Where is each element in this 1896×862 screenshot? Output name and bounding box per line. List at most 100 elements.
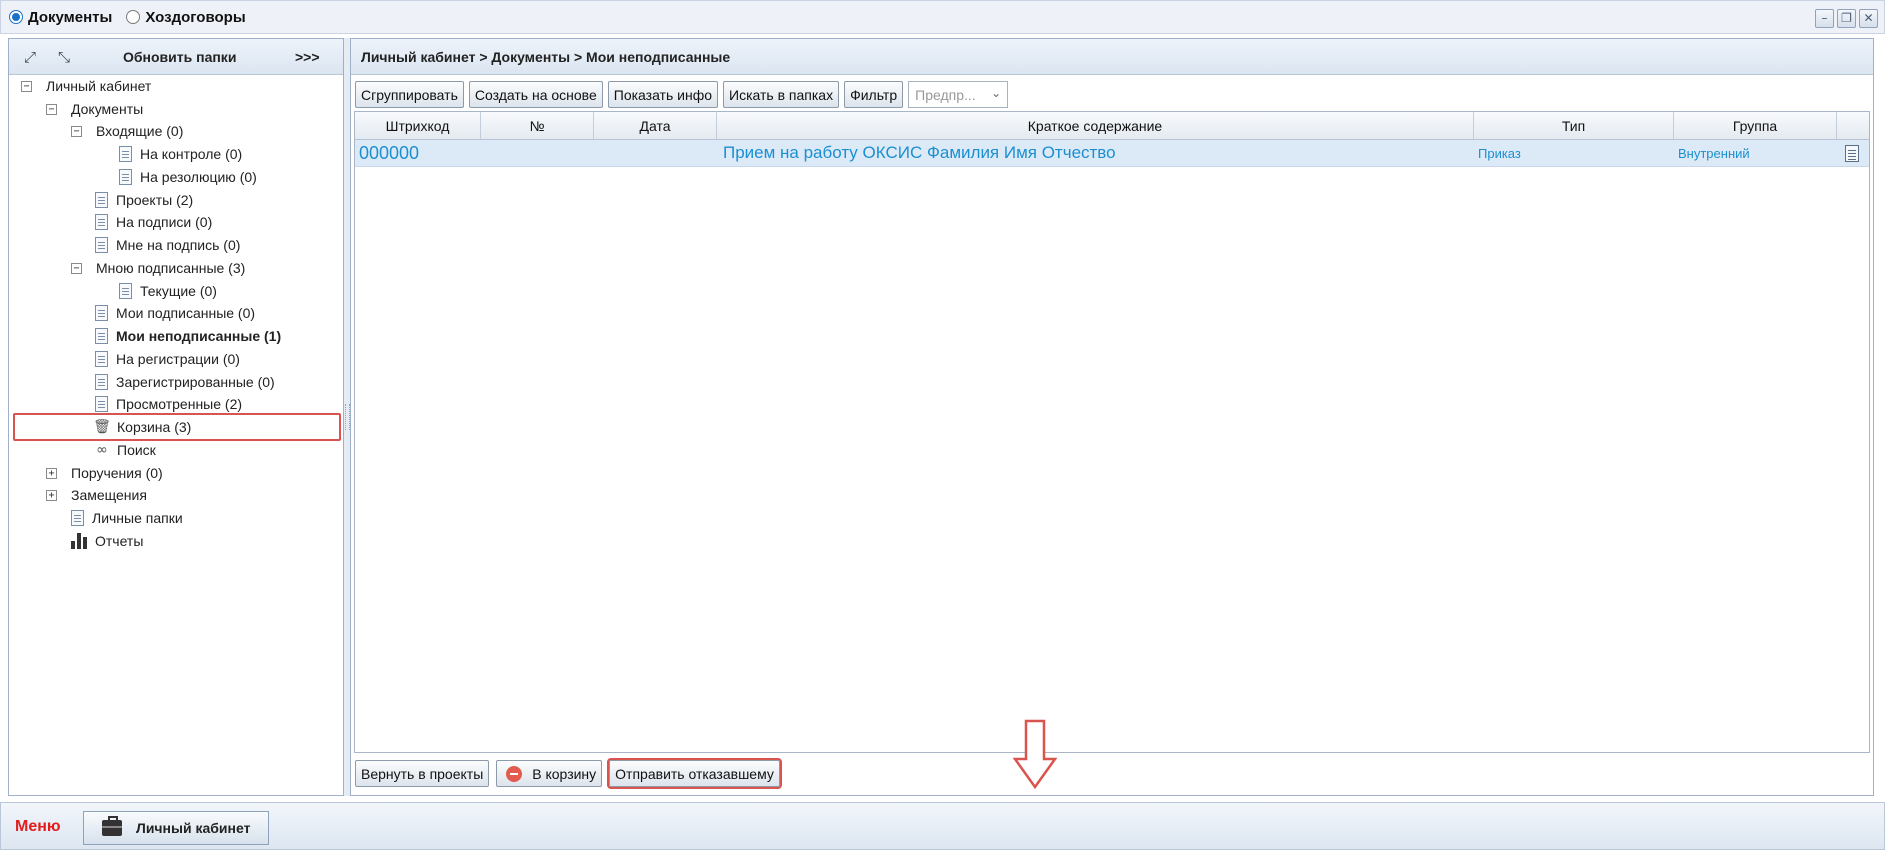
expand-all-icon[interactable]: ⤢ — [21, 48, 39, 66]
table-row[interactable]: 000000 Прием на работу ОКСИС Фамилия Имя… — [355, 140, 1869, 167]
footer-taskbar: Меню Личный кабинет — [0, 802, 1885, 850]
tree-node-label[interactable]: На подписи (0) — [116, 214, 212, 230]
tree-node-label[interactable]: Отчеты — [95, 533, 143, 549]
group-button[interactable]: Сгруппировать — [355, 81, 464, 108]
tree-node-label[interactable]: Документы — [71, 101, 143, 117]
tree-node-substitutions[interactable]: + Замещения — [46, 484, 147, 506]
show-info-button[interactable]: Показать инфо — [607, 81, 719, 108]
document-icon[interactable] — [1845, 144, 1859, 162]
column-header-barcode[interactable]: Штрихкод — [355, 112, 481, 139]
tree-node-current[interactable]: Текущие (0) — [119, 280, 217, 302]
remove-icon — [506, 765, 523, 782]
tree-node-viewed[interactable]: Просмотренные (2) — [95, 393, 242, 415]
tree-node-documents[interactable]: − Документы — [46, 98, 143, 120]
collapse-toggle-icon[interactable]: − — [71, 125, 82, 137]
tree-node-label[interactable]: Личный кабинет — [46, 78, 151, 94]
collapse-all-icon[interactable]: ⤡ — [55, 48, 73, 66]
radio-contracts-label[interactable]: Хоздоговоры — [145, 9, 245, 26]
radio-contracts-control[interactable] — [126, 10, 141, 24]
create-based-button[interactable]: Создать на основе — [468, 81, 603, 108]
tree-node-on-resolution[interactable]: На резолюцию (0) — [119, 166, 257, 188]
tree-node-label[interactable]: На резолюцию (0) — [140, 169, 257, 185]
tree-node-label[interactable]: На контроле (0) — [140, 146, 242, 162]
tree-node-signed-by-me[interactable]: − Мною подписанные (3) — [71, 257, 245, 279]
radio-documents-control[interactable] — [9, 10, 23, 24]
documents-toolbar: Сгруппировать Создать на основе Показать… — [355, 81, 1009, 108]
restore-icon[interactable]: ❐ — [1837, 9, 1856, 28]
tree-node-trash[interactable]: 🗑 Корзина (3) — [93, 416, 191, 438]
cell-icon[interactable] — [1837, 144, 1869, 162]
tree-node-my-signed[interactable]: Мои подписанные (0) — [95, 302, 255, 324]
cell-group[interactable]: Внутренний — [1674, 146, 1837, 161]
table-header: Штрихкод № Дата Краткое содержание Тип Г… — [355, 112, 1869, 140]
cell-type[interactable]: Приказ — [1474, 146, 1674, 161]
tree-node-on-registration[interactable]: На регистрации (0) — [95, 348, 240, 370]
folder-tree-panel: ⤢ ⤡ Обновить папки >>> − Личный кабинет … — [8, 38, 344, 796]
preset-select[interactable]: Предпр... ⌄ — [908, 81, 1009, 108]
return-to-projects-button[interactable]: Вернуть в проекты — [355, 760, 490, 787]
collapse-toggle-icon[interactable]: − — [21, 80, 32, 92]
tree-node-reports[interactable]: Отчеты — [71, 530, 143, 552]
cell-barcode[interactable]: 000000 — [355, 143, 481, 164]
column-header-date[interactable]: Дата — [594, 112, 717, 139]
binoculars-icon: ∞ — [96, 442, 108, 458]
tree-node-assignments[interactable]: + Поручения (0) — [46, 462, 163, 484]
tree-node-label[interactable]: Мои неподписанные (1) — [116, 328, 281, 344]
tree-node-label[interactable]: Проекты (2) — [116, 192, 193, 208]
minimize-icon[interactable]: – — [1815, 9, 1834, 28]
radio-contracts[interactable]: Хоздоговоры — [126, 9, 246, 26]
cell-summary[interactable]: Прием на работу ОКСИС Фамилия Имя Отчест… — [717, 143, 1474, 163]
more-button[interactable]: >>> — [295, 49, 320, 65]
close-icon[interactable]: ✕ — [1859, 9, 1878, 28]
tree-node-label[interactable]: Просмотренные (2) — [116, 396, 242, 412]
tree-node-label[interactable]: Личные папки — [92, 510, 183, 526]
tree-node-label[interactable]: Корзина (3) — [117, 419, 191, 435]
refresh-folders-button[interactable]: Обновить папки — [123, 49, 236, 65]
tree-node-personal-cabinet[interactable]: − Личный кабинет — [21, 75, 151, 97]
chevron-down-icon[interactable]: ⌄ — [991, 86, 1001, 100]
preset-select-placeholder: Предпр... — [915, 86, 976, 103]
tree-node-on-control[interactable]: На контроле (0) — [119, 143, 242, 165]
column-header-number[interactable]: № — [481, 112, 594, 139]
column-header-icon — [1837, 112, 1869, 139]
document-icon — [119, 283, 132, 299]
filter-button[interactable]: Фильтр — [844, 81, 904, 108]
collapse-toggle-icon[interactable]: − — [46, 103, 57, 115]
send-to-refuser-button[interactable]: Отправить отказавшему — [607, 758, 782, 789]
tree-node-label[interactable]: Поручения (0) — [71, 465, 163, 481]
column-header-summary[interactable]: Краткое содержание — [717, 112, 1474, 139]
tree-node-label[interactable]: Мною подписанные (3) — [96, 260, 245, 276]
tree-node-label[interactable]: Замещения — [71, 487, 147, 503]
folder-tree-header: ⤢ ⤡ Обновить папки >>> — [9, 39, 343, 75]
menu-link[interactable]: Меню — [15, 818, 61, 836]
tree-node-registered[interactable]: Зарегистрированные (0) — [95, 371, 275, 393]
tree-node-for-my-signature[interactable]: Мне на подпись (0) — [95, 234, 240, 256]
tree-node-my-unsigned[interactable]: Мои неподписанные (1) — [95, 325, 281, 347]
tree-node-label[interactable]: Поиск — [117, 442, 156, 458]
radio-documents-label[interactable]: Документы — [28, 9, 112, 26]
tree-node-search[interactable]: ∞ Поиск — [93, 439, 156, 461]
tree-node-incoming[interactable]: − Входящие (0) — [71, 120, 183, 142]
personal-cabinet-task-button[interactable]: Личный кабинет — [83, 811, 269, 845]
radio-documents[interactable]: Документы — [9, 9, 112, 26]
tree-node-label[interactable]: Текущие (0) — [140, 283, 217, 299]
tree-node-label[interactable]: На регистрации (0) — [116, 351, 240, 367]
tree-node-projects[interactable]: Проекты (2) — [95, 189, 193, 211]
tree-node-label[interactable]: Мне на подпись (0) — [116, 237, 240, 253]
collapse-toggle-icon[interactable]: − — [71, 262, 82, 274]
to-trash-button[interactable]: В корзину — [496, 760, 603, 787]
tree-node-label[interactable]: Зарегистрированные (0) — [116, 374, 275, 390]
expand-toggle-icon[interactable]: + — [46, 489, 57, 501]
tree-node-label[interactable]: Входящие (0) — [96, 123, 183, 139]
tree-node-on-signing[interactable]: На подписи (0) — [95, 211, 212, 233]
column-header-type[interactable]: Тип — [1474, 112, 1674, 139]
tree-node-label[interactable]: Мои подписанные (0) — [116, 305, 255, 321]
expand-toggle-icon[interactable]: + — [46, 467, 57, 479]
document-icon — [119, 146, 132, 162]
bar-chart-icon — [71, 533, 89, 549]
tree-node-personal-folders[interactable]: Личные папки — [71, 507, 183, 529]
document-icon — [95, 305, 108, 321]
document-icon — [95, 351, 108, 367]
column-header-group[interactable]: Группа — [1674, 112, 1837, 139]
find-in-folders-button[interactable]: Искать в папках — [723, 81, 840, 108]
